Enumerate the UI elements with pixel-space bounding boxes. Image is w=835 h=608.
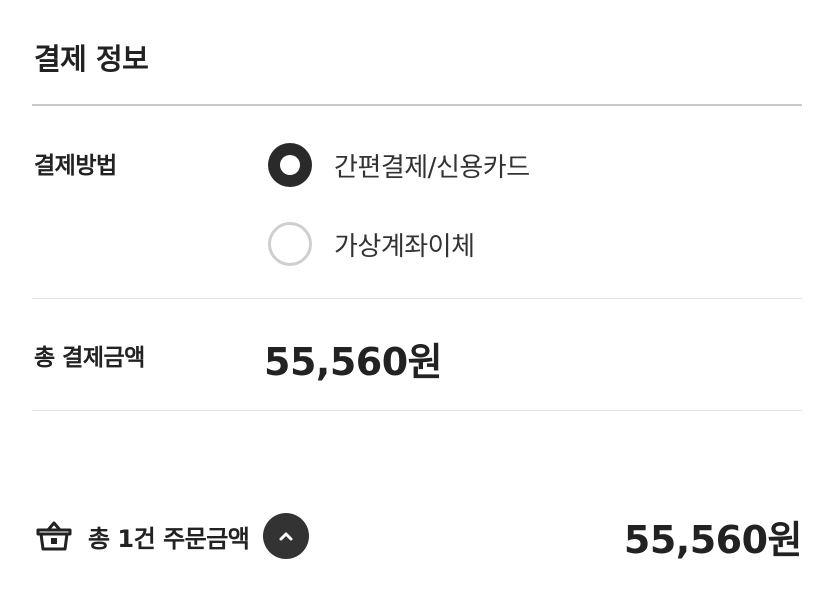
radio-option-card[interactable]: 간편결제/신용카드 [268, 143, 530, 187]
method-divider [32, 298, 802, 299]
order-total-amount: 55,560원 [623, 517, 803, 562]
payment-info-page: 결제 정보 결제방법 간편결제/신용카드 가상계좌이체 총 결제금액 55,56… [0, 0, 835, 608]
basket-icon [32, 514, 76, 558]
section-title: 결제 정보 [34, 42, 149, 76]
radio-checked-icon[interactable] [268, 143, 312, 187]
payment-method-label: 결제방법 [34, 153, 117, 179]
radio-unchecked-icon[interactable] [268, 222, 312, 266]
radio-label-card: 간편결제/신용카드 [334, 152, 530, 183]
total-payment-amount: 55,560원 [264, 340, 443, 384]
order-summary-bar: 총 1건 주문금액 55,560원 [32, 508, 803, 564]
order-summary-label: 총 1건 주문금액 [88, 524, 250, 553]
total-payment-label: 총 결제금액 [34, 345, 145, 371]
radio-option-virtual-account[interactable]: 가상계좌이체 [268, 222, 475, 266]
chevron-up-icon[interactable] [263, 513, 310, 559]
title-divider [32, 104, 802, 106]
total-divider [32, 410, 802, 411]
radio-label-virtual-account: 가상계좌이체 [334, 231, 475, 262]
